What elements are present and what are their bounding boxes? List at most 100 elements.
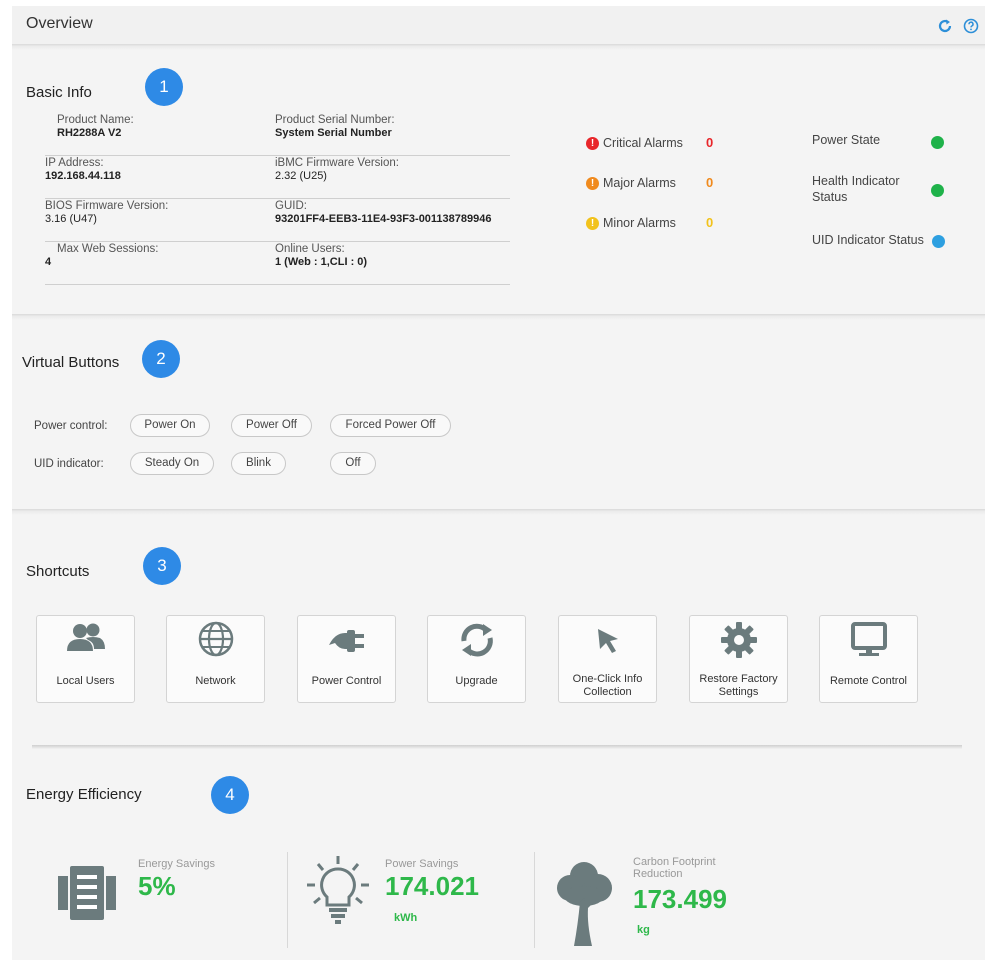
section-divider — [12, 44, 985, 50]
power-savings-unit: kWh — [394, 912, 418, 924]
overview-panel: Overview Basic Info 1 Product Name: RH22… — [12, 6, 985, 960]
shortcut-label: Upgrade — [455, 675, 498, 687]
shortcut-local-users[interactable]: Local Users — [36, 615, 135, 703]
power-plug-icon — [329, 630, 364, 652]
power-state-label: Power State — [812, 133, 881, 147]
carbon-footprint-label: Carbon Footprint Reduction — [633, 856, 716, 880]
column-divider — [287, 852, 288, 948]
energy-savings-value: 5% — [138, 871, 176, 901]
power-savings-label: Power Savings — [385, 858, 459, 870]
sync-icon — [461, 623, 493, 657]
power-state-indicator — [931, 136, 944, 149]
shortcut-remote-control[interactable]: Remote Control — [819, 615, 918, 703]
section-badge-4: 4 — [211, 776, 249, 814]
health-status-label: Health Indicator Status — [812, 174, 900, 204]
major-alarms: ! Major Alarms — [586, 176, 676, 190]
shortcut-label: Local Users — [56, 675, 115, 687]
product-serial-field: Product Serial Number: System Serial Num… — [275, 114, 510, 156]
field-label: Max Web Sessions: — [57, 243, 159, 255]
field-label: BIOS Firmware Version: — [45, 200, 169, 212]
carbon-footprint-unit: kg — [637, 924, 650, 936]
users-icon — [67, 623, 105, 651]
shortcut-label: Restore Factory Settings — [699, 673, 778, 698]
section-badge-3: 3 — [143, 547, 181, 585]
section-divider — [32, 745, 962, 749]
field-value: 192.168.44.118 — [45, 170, 121, 182]
section-divider — [12, 509, 985, 515]
major-alarm-icon: ! — [586, 176, 599, 190]
blink-button[interactable]: Blink — [231, 452, 286, 475]
shortcut-network[interactable]: Network — [166, 615, 265, 703]
carbon-footprint-value: 173.499 — [633, 884, 727, 914]
critical-alarms: ! Critical Alarms — [586, 136, 683, 150]
ip-address-field: IP Address: 192.168.44.118 — [45, 157, 275, 199]
basic-info-title: Basic Info — [26, 84, 92, 101]
uid-off-button[interactable]: Off — [330, 452, 376, 475]
shortcut-label: Power Control — [311, 675, 382, 687]
field-label: Online Users: — [275, 243, 345, 255]
shortcut-restore-factory[interactable]: Restore Factory Settings — [689, 615, 788, 703]
shortcut-one-click-info[interactable]: One-Click Info Collection — [558, 615, 657, 703]
uid-status-label: UID Indicator Status — [812, 233, 924, 247]
bios-firmware-field: BIOS Firmware Version: 3.16 (U47) — [45, 200, 275, 242]
help-icon[interactable] — [963, 18, 979, 34]
alarm-label: Minor Alarms — [603, 216, 676, 230]
globe-icon — [198, 621, 234, 657]
shortcut-label: Network — [195, 675, 236, 687]
column-divider — [534, 852, 535, 948]
refresh-icon[interactable] — [937, 18, 953, 34]
critical-alarm-icon: ! — [586, 136, 599, 150]
field-label: Product Name: — [57, 114, 134, 126]
power-on-button[interactable]: Power On — [130, 414, 210, 437]
tree-icon — [557, 862, 612, 946]
uid-status-indicator — [932, 235, 945, 248]
forced-power-off-button[interactable]: Forced Power Off — [330, 414, 451, 437]
shortcut-upgrade[interactable]: Upgrade — [427, 615, 526, 703]
energy-savings-icon — [58, 866, 116, 920]
max-web-sessions-field: Max Web Sessions: 4 — [45, 243, 275, 285]
section-divider — [12, 314, 985, 320]
overview-header — [12, 6, 985, 44]
field-value: 1 (Web : 1,CLI : 0) — [275, 256, 368, 268]
steady-on-button[interactable]: Steady On — [130, 452, 214, 475]
major-alarm-count: 0 — [706, 175, 714, 190]
field-value: 93201FF4-EEB3-11E4-93F3-001138789946 — [275, 213, 492, 225]
ibmc-firmware-field: iBMC Firmware Version: 2.32 (U25) — [275, 157, 510, 199]
field-label: iBMC Firmware Version: — [275, 157, 399, 169]
guid-field: GUID: 93201FF4-EEB3-11E4-93F3-0011387899… — [275, 200, 510, 242]
field-value: 4 — [45, 256, 52, 268]
page-title: Overview — [26, 15, 93, 32]
minor-alarm-count: 0 — [706, 215, 714, 230]
online-users-field: Online Users: 1 (Web : 1,CLI : 0) — [275, 243, 510, 285]
field-label: GUID: — [275, 200, 307, 212]
cursor-arrow-icon — [598, 629, 618, 653]
field-value: 3.16 (U47) — [45, 213, 97, 225]
product-name-field: Product Name: RH2288A V2 — [45, 114, 275, 156]
field-label: IP Address: — [45, 157, 104, 169]
power-control-label: Power control: — [34, 420, 108, 432]
field-value: System Serial Number — [275, 127, 392, 139]
section-badge-2: 2 — [142, 340, 180, 378]
shortcut-power-control[interactable]: Power Control — [297, 615, 396, 703]
shortcuts-title: Shortcuts — [26, 563, 90, 580]
minor-alarm-icon: ! — [586, 216, 599, 230]
energy-savings-label: Energy Savings — [138, 858, 216, 870]
critical-alarm-count: 0 — [706, 135, 714, 150]
energy-efficiency-title: Energy Efficiency — [26, 786, 142, 803]
section-badge-1: 1 — [145, 68, 183, 106]
shortcut-label: One-Click Info Collection — [572, 673, 643, 698]
gear-icon — [721, 622, 757, 658]
lightbulb-icon — [307, 856, 369, 924]
field-value: 2.32 (U25) — [275, 170, 327, 182]
field-label: Product Serial Number: — [275, 114, 395, 126]
power-savings-value: 174.021 — [385, 871, 479, 901]
health-status-indicator — [931, 184, 944, 197]
alarm-label: Critical Alarms — [603, 136, 683, 150]
uid-indicator-label: UID indicator: — [34, 458, 104, 470]
minor-alarms: ! Minor Alarms — [586, 216, 676, 230]
virtual-buttons-title: Virtual Buttons — [22, 354, 120, 371]
monitor-icon — [851, 622, 887, 656]
alarm-label: Major Alarms — [603, 176, 676, 190]
power-off-button[interactable]: Power Off — [231, 414, 312, 437]
field-value: RH2288A V2 — [57, 127, 122, 139]
